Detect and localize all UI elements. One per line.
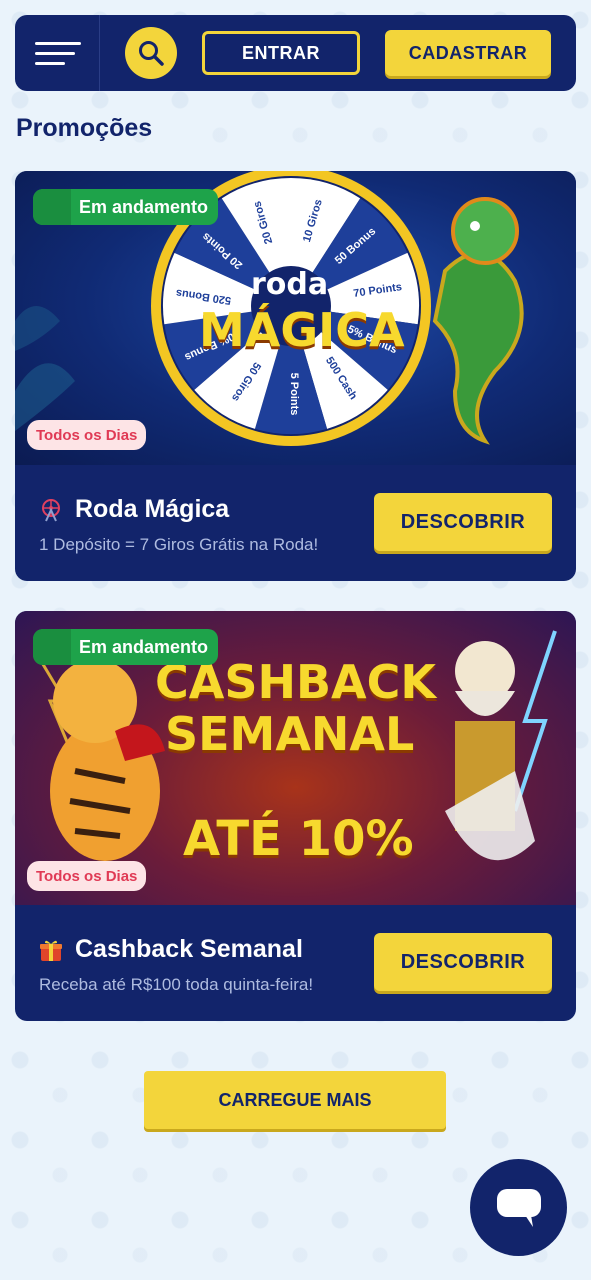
promo-subtitle: Receba até R$100 toda quinta-feira! xyxy=(39,975,314,994)
promo-banner[interactable]: CASHBACK SEMANAL ATÉ 10% Em andamento To… xyxy=(15,611,576,905)
chat-button[interactable] xyxy=(470,1159,567,1256)
banner-line-2: SEMANAL xyxy=(165,707,415,761)
top-navigation-bar: ENTRAR CADASTRAR xyxy=(15,15,576,91)
gift-icon xyxy=(40,940,62,961)
register-button[interactable]: CADASTRAR xyxy=(385,30,551,76)
discover-button[interactable]: DESCOBRIR xyxy=(374,493,552,551)
promo-title: Roda Mágica xyxy=(75,495,230,523)
hamburger-icon xyxy=(35,41,81,45)
search-icon xyxy=(139,41,164,66)
frequency-badge: Todos os Dias xyxy=(27,861,147,891)
promo-card-roda-magica[interactable]: 10 Giros 50 Bonus 70 Points 5% Bonus 500 Cas… xyxy=(15,171,576,581)
promo-info: Roda Mágica 1 Depósito = 7 Giros Grátis … xyxy=(15,465,576,581)
menu-button[interactable] xyxy=(15,15,100,91)
login-button[interactable]: ENTRAR xyxy=(202,31,360,75)
promo-info: Cashback Semanal Receba até R$100 toda q… xyxy=(15,905,576,1021)
banner-line-2: MÁGICA xyxy=(199,303,405,357)
status-badge: Em andamento xyxy=(33,629,219,665)
discover-button[interactable]: DESCOBRIR xyxy=(374,933,552,991)
chat-bubble-icon xyxy=(496,1188,541,1227)
promo-title: Cashback Semanal xyxy=(75,935,303,963)
banner-line-1: roda xyxy=(251,267,329,302)
wheel-segment-label: 5 Points xyxy=(288,373,300,416)
promo-card-cashback-semanal[interactable]: CASHBACK SEMANAL ATÉ 10% Em andamento To… xyxy=(15,611,576,1021)
ferris-wheel-icon xyxy=(42,498,60,521)
load-more-button[interactable]: CARREGUE MAIS xyxy=(144,1071,446,1129)
frequency-badge: Todos os Dias xyxy=(27,420,147,450)
status-badge: Em andamento xyxy=(33,189,219,225)
promo-banner[interactable]: 10 Giros 50 Bonus 70 Points 5% Bonus 500 Cas… xyxy=(15,171,576,465)
promo-subtitle: 1 Depósito = 7 Giros Grátis na Roda! xyxy=(39,535,319,554)
page-title: Promoções xyxy=(16,114,153,142)
search-button[interactable] xyxy=(125,27,177,79)
banner-line-3: ATÉ 10% xyxy=(183,811,414,867)
